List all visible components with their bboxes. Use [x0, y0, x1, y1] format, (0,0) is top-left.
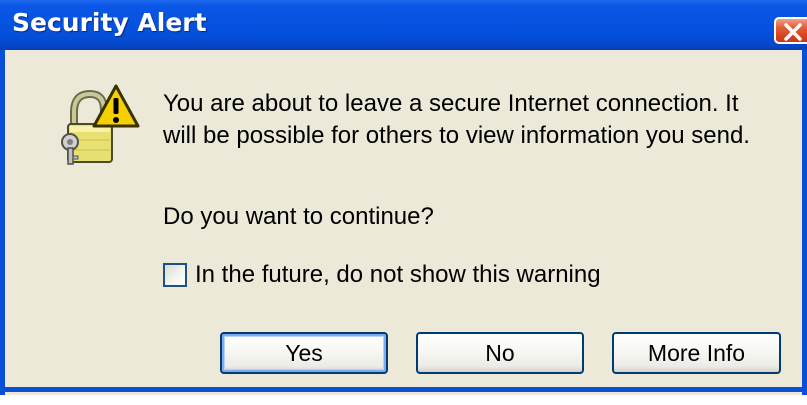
padlock-warning-icon [61, 84, 140, 165]
alert-message-line-1: You are about to leave a secure Internet… [163, 90, 739, 117]
close-icon [784, 23, 802, 41]
more-info-button[interactable]: More Info [612, 332, 781, 374]
yes-button[interactable]: Yes [220, 332, 388, 374]
no-button[interactable]: No [416, 332, 584, 374]
title-bar[interactable]: Security Alert [0, 0, 807, 50]
dont-show-warning-label[interactable]: In the future, do not show this warning [195, 261, 601, 289]
window-bottom-border [0, 387, 807, 392]
close-button[interactable] [774, 17, 807, 44]
window-title: Security Alert [12, 8, 207, 37]
dont-show-warning-checkbox[interactable] [163, 263, 187, 287]
dont-show-warning-option[interactable]: In the future, do not show this warning [163, 260, 601, 290]
alert-message: You are about to leave a secure Internet… [163, 88, 803, 152]
continue-question: Do you want to continue? [163, 203, 434, 230]
security-alert-dialog: Security Alert You are about to leave a … [0, 0, 807, 405]
alert-message-line-2: will be possible for others to view info… [163, 122, 750, 149]
